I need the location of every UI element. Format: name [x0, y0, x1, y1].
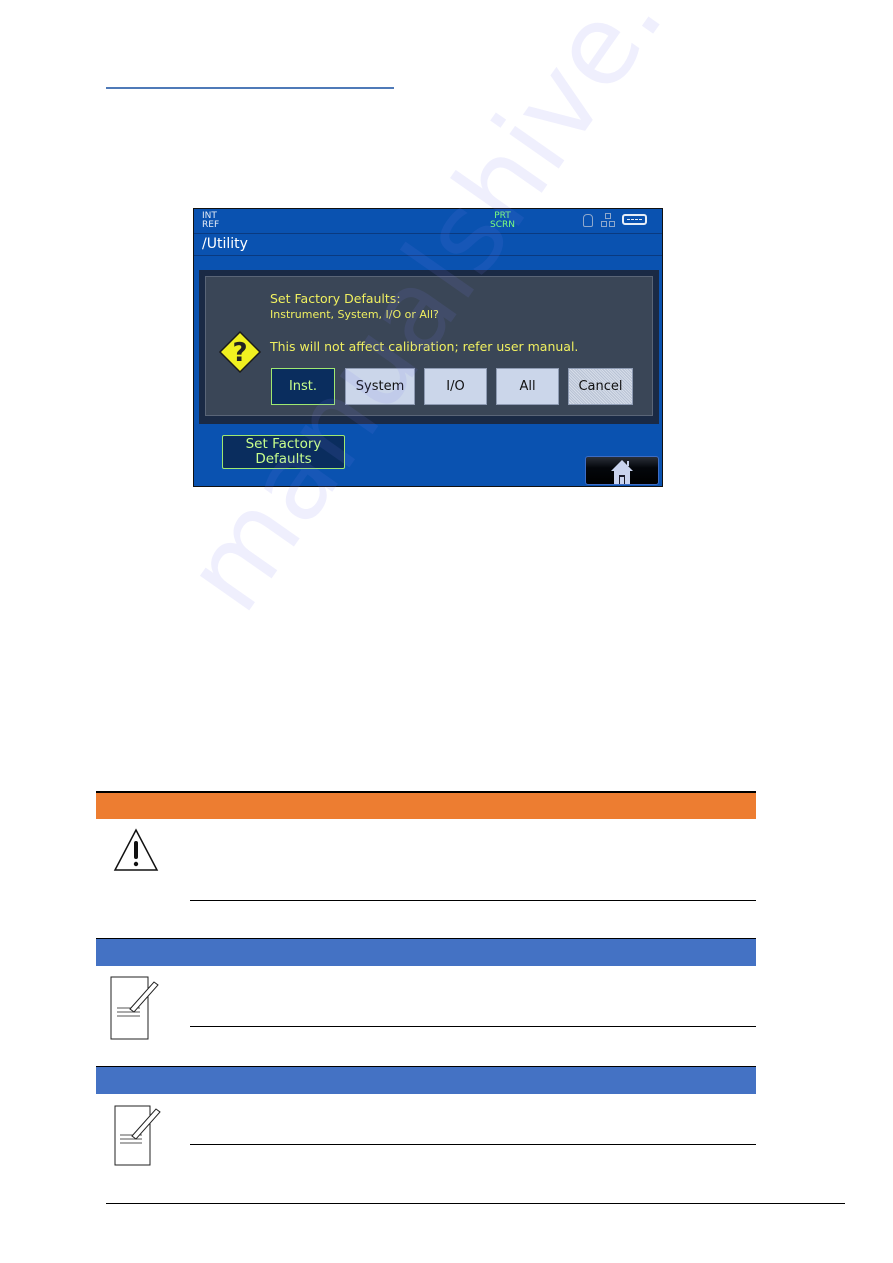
path-text: /Utility [202, 236, 248, 252]
softkey-line2: Defaults [255, 451, 312, 467]
note2-header-bar [96, 1067, 756, 1094]
note-pencil-icon [114, 1105, 161, 1166]
all-button[interactable]: All [496, 368, 559, 405]
dialog-note: This will not affect calibration; refer … [270, 339, 579, 354]
io-button[interactable]: I/O [424, 368, 487, 405]
reference-indicator: INT REF [202, 212, 219, 230]
softkey-line1: Set Factory [245, 436, 322, 452]
note1-bottom-rule [190, 1026, 756, 1027]
lock-icon [583, 214, 593, 227]
usb-icon [622, 214, 647, 225]
prt-line2: SCRN [490, 220, 515, 230]
status-bar: INT REF PRT SCRN [194, 209, 662, 234]
set-factory-defaults-softkey[interactable]: Set Factory Defaults [222, 435, 345, 469]
network-icon [601, 213, 615, 227]
warning-triangle-icon [113, 828, 159, 871]
dialog-question: Instrument, System, I/O or All? [270, 308, 439, 321]
note1-header-bar [96, 939, 756, 966]
note2-bottom-rule [190, 1144, 756, 1145]
breadcrumb: /Utility [194, 233, 662, 256]
print-screen-indicator[interactable]: PRT SCRN [490, 212, 515, 230]
system-button[interactable]: System [345, 368, 415, 405]
footer-rule [106, 1203, 845, 1204]
warning-header-bar [96, 793, 756, 819]
note-pencil-icon [110, 976, 159, 1040]
svg-text:?: ? [232, 338, 247, 368]
ref-line2: REF [202, 220, 220, 230]
home-icon [611, 460, 633, 484]
dialog-frame: ? Set Factory Defaults: Instrument, Syst… [199, 270, 659, 424]
cancel-button[interactable]: Cancel [568, 368, 633, 405]
question-diamond-icon: ? [218, 330, 262, 374]
factory-defaults-dialog: ? Set Factory Defaults: Instrument, Syst… [205, 276, 653, 416]
home-button[interactable] [585, 456, 659, 485]
dialog-title: Set Factory Defaults: [270, 291, 401, 306]
section-title-underline [106, 87, 394, 89]
warning-bottom-rule [190, 900, 756, 901]
inst-button[interactable]: Inst. [271, 368, 335, 405]
instrument-screen: INT REF PRT SCRN /Utility ? Set Factory … [193, 208, 663, 487]
